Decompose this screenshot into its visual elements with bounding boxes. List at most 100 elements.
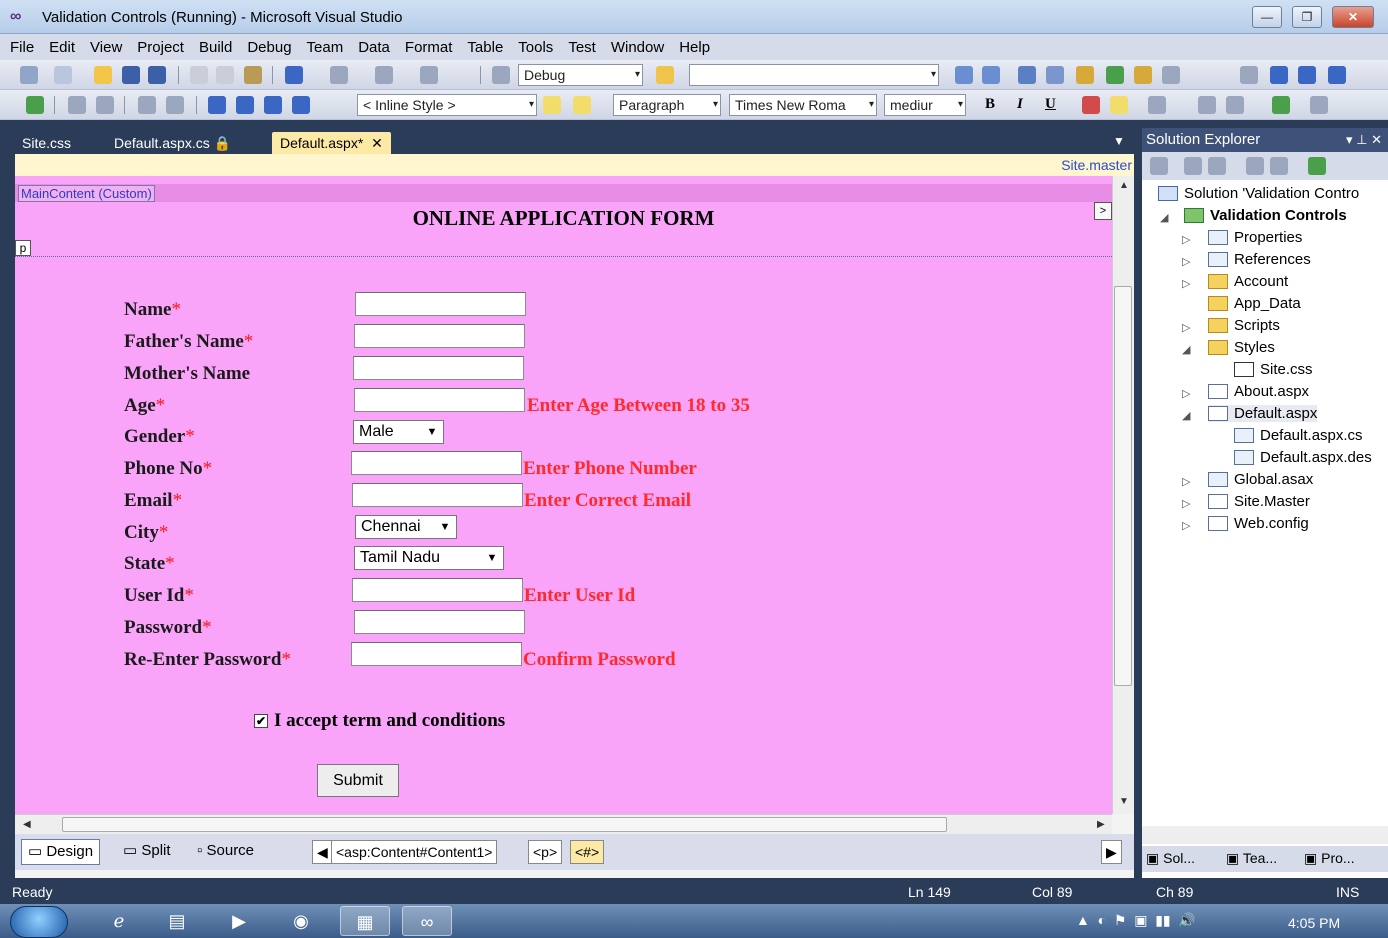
visual-studio-taskbar-icon[interactable]: ∞ bbox=[402, 906, 452, 936]
tree-item-solution[interactable]: Solution 'Validation Contro bbox=[1158, 185, 1359, 202]
start-page-icon[interactable] bbox=[1134, 66, 1152, 84]
close-button[interactable]: ✕ bbox=[1332, 6, 1374, 28]
properties-icon[interactable] bbox=[1150, 157, 1168, 175]
tree-item-site-master[interactable]: Site.Master bbox=[1208, 493, 1310, 510]
font-name-combo[interactable]: Times New Roma ▾ bbox=[729, 94, 877, 116]
restart-icon[interactable] bbox=[1328, 66, 1346, 84]
tree-item-default-aspx-designer[interactable]: Default.aspx.des bbox=[1234, 449, 1372, 466]
show-hidden-icons-icon[interactable]: ▲ bbox=[1076, 912, 1090, 928]
continue-icon[interactable] bbox=[1240, 66, 1258, 84]
menu-table[interactable]: Table bbox=[467, 39, 503, 56]
close-icon[interactable]: ✕ bbox=[371, 135, 383, 151]
break-all-icon[interactable] bbox=[1270, 66, 1288, 84]
expand-arrow-icon[interactable]: ▷ bbox=[1182, 387, 1190, 400]
menu-edit[interactable]: Edit bbox=[49, 39, 75, 56]
expand-arrow-icon[interactable]: ▷ bbox=[1182, 519, 1190, 532]
source-view-button[interactable]: ▫ Source bbox=[191, 839, 260, 865]
cut-icon[interactable] bbox=[190, 66, 208, 84]
horizontal-scroll-thumb[interactable] bbox=[62, 817, 947, 832]
add-item-icon[interactable] bbox=[54, 66, 72, 84]
chrome-icon[interactable]: ◉ bbox=[276, 906, 326, 936]
new-style-icon[interactable] bbox=[236, 96, 254, 114]
validate-icon[interactable] bbox=[166, 96, 184, 114]
father-name-input[interactable] bbox=[354, 324, 525, 348]
tree-item-styles[interactable]: Styles bbox=[1208, 339, 1275, 356]
menu-format[interactable]: Format bbox=[405, 39, 453, 56]
tree-item-references[interactable]: References bbox=[1208, 251, 1311, 268]
vertical-scroll-thumb[interactable] bbox=[1114, 286, 1132, 686]
scroll-down-icon[interactable]: ▼ bbox=[1119, 796, 1129, 807]
media-player-icon[interactable]: ▶ bbox=[214, 906, 264, 936]
apply-style-icon[interactable] bbox=[208, 96, 226, 114]
breadcrumb-p[interactable]: <p> bbox=[528, 840, 563, 864]
numbered-list-icon[interactable] bbox=[1198, 96, 1216, 114]
menu-project[interactable]: Project bbox=[137, 39, 184, 56]
tree-item-site-css[interactable]: Site.css bbox=[1234, 361, 1313, 378]
collapse-arrow-icon[interactable]: ◢ bbox=[1182, 343, 1190, 356]
name-input[interactable] bbox=[355, 292, 526, 316]
manage-styles-icon[interactable] bbox=[292, 96, 310, 114]
breadcrumb-hash[interactable]: <#> bbox=[570, 840, 605, 864]
submit-button[interactable]: Submit bbox=[317, 764, 399, 797]
next-view-icon[interactable] bbox=[96, 96, 114, 114]
find-in-files-icon[interactable] bbox=[656, 66, 674, 84]
copy-icon[interactable] bbox=[216, 66, 234, 84]
terms-checkbox-row[interactable]: ✔ I accept term and conditions bbox=[254, 710, 505, 732]
clock[interactable]: 4:05 PM bbox=[1288, 915, 1340, 931]
menu-debug[interactable]: Debug bbox=[247, 39, 291, 56]
toolbox-icon[interactable] bbox=[1076, 66, 1094, 84]
undo-icon[interactable] bbox=[285, 66, 303, 84]
tab-site-css[interactable]: Site.css bbox=[14, 132, 79, 154]
scroll-left-icon[interactable]: ◀ bbox=[23, 819, 31, 830]
open-file-icon[interactable] bbox=[94, 66, 112, 84]
tree-item-properties[interactable]: Properties bbox=[1208, 229, 1302, 246]
tab-properties[interactable]: ▣ Pro... bbox=[1304, 850, 1355, 867]
properties-icon[interactable] bbox=[1018, 66, 1036, 84]
scroll-up-icon[interactable]: ▲ bbox=[1119, 180, 1129, 191]
pin-close-icon[interactable]: ▾ ⊥ ✕ bbox=[1346, 128, 1382, 152]
new-project-icon[interactable] bbox=[20, 66, 38, 84]
find-combo[interactable]: ▾ bbox=[689, 64, 939, 86]
tree-item-global-asax[interactable]: Global.asax bbox=[1208, 471, 1313, 488]
menu-help[interactable]: Help bbox=[679, 39, 710, 56]
smart-tag-button[interactable]: > bbox=[1094, 202, 1112, 220]
target-rule-combo[interactable]: < Inline Style > ▾ bbox=[357, 94, 537, 116]
menu-test[interactable]: Test bbox=[568, 39, 596, 56]
tag-navigator-back-icon[interactable]: ◀ bbox=[312, 840, 333, 864]
scroll-right-icon[interactable]: ▶ bbox=[1097, 819, 1105, 830]
html-source-editing-icon[interactable] bbox=[26, 96, 44, 114]
menu-data[interactable]: Data bbox=[358, 39, 390, 56]
solution-configuration-combo[interactable]: Debug ▾ bbox=[518, 64, 643, 86]
menu-view[interactable]: View bbox=[90, 39, 122, 56]
menu-build[interactable]: Build bbox=[199, 39, 232, 56]
remove-formatting-icon[interactable] bbox=[1310, 96, 1328, 114]
design-view-button[interactable]: ▭ Design bbox=[21, 839, 101, 865]
internet-explorer-icon[interactable]: ℯ bbox=[94, 906, 144, 936]
find-icon[interactable] bbox=[955, 66, 973, 84]
solution-explorer-icon[interactable] bbox=[982, 66, 1000, 84]
chevron-down-icon[interactable]: ▼ bbox=[1113, 134, 1125, 148]
gender-dropdown[interactable]: Male ▼ bbox=[353, 420, 444, 444]
expand-arrow-icon[interactable]: ▷ bbox=[1182, 255, 1190, 268]
block-format-combo[interactable]: Paragraph ▾ bbox=[613, 94, 721, 116]
tab-team-explorer[interactable]: ▣ Tea... bbox=[1226, 850, 1277, 867]
file-explorer-icon[interactable]: ▤ bbox=[152, 906, 202, 936]
tree-item-default-aspx[interactable]: Default.aspx bbox=[1208, 405, 1318, 422]
age-input[interactable] bbox=[354, 388, 525, 412]
minimize-button[interactable]: — bbox=[1252, 6, 1282, 28]
attach-style-icon[interactable] bbox=[264, 96, 282, 114]
tree-item-scripts[interactable]: Scripts bbox=[1208, 317, 1280, 334]
paste-icon[interactable] bbox=[244, 66, 262, 84]
bulleted-list-icon[interactable] bbox=[1226, 96, 1244, 114]
menu-tools[interactable]: Tools bbox=[518, 39, 553, 56]
view-designer-icon[interactable] bbox=[1270, 157, 1288, 175]
system-tray[interactable]: ▲ ◐ ⚑ ▣ ▮▮ 🔊 bbox=[1076, 912, 1196, 929]
master-page-link[interactable]: Site.master bbox=[1061, 157, 1132, 173]
foreground-color-icon[interactable] bbox=[1082, 96, 1100, 114]
email-input[interactable] bbox=[352, 483, 523, 507]
tree-item-default-aspx-cs[interactable]: Default.aspx.cs bbox=[1234, 427, 1363, 444]
tab-default-aspx[interactable]: Default.aspx* ✕ bbox=[272, 132, 391, 154]
extension-manager-icon[interactable] bbox=[1106, 66, 1124, 84]
object-browser-icon[interactable] bbox=[1046, 66, 1064, 84]
expand-arrow-icon[interactable]: ▷ bbox=[1182, 321, 1190, 334]
